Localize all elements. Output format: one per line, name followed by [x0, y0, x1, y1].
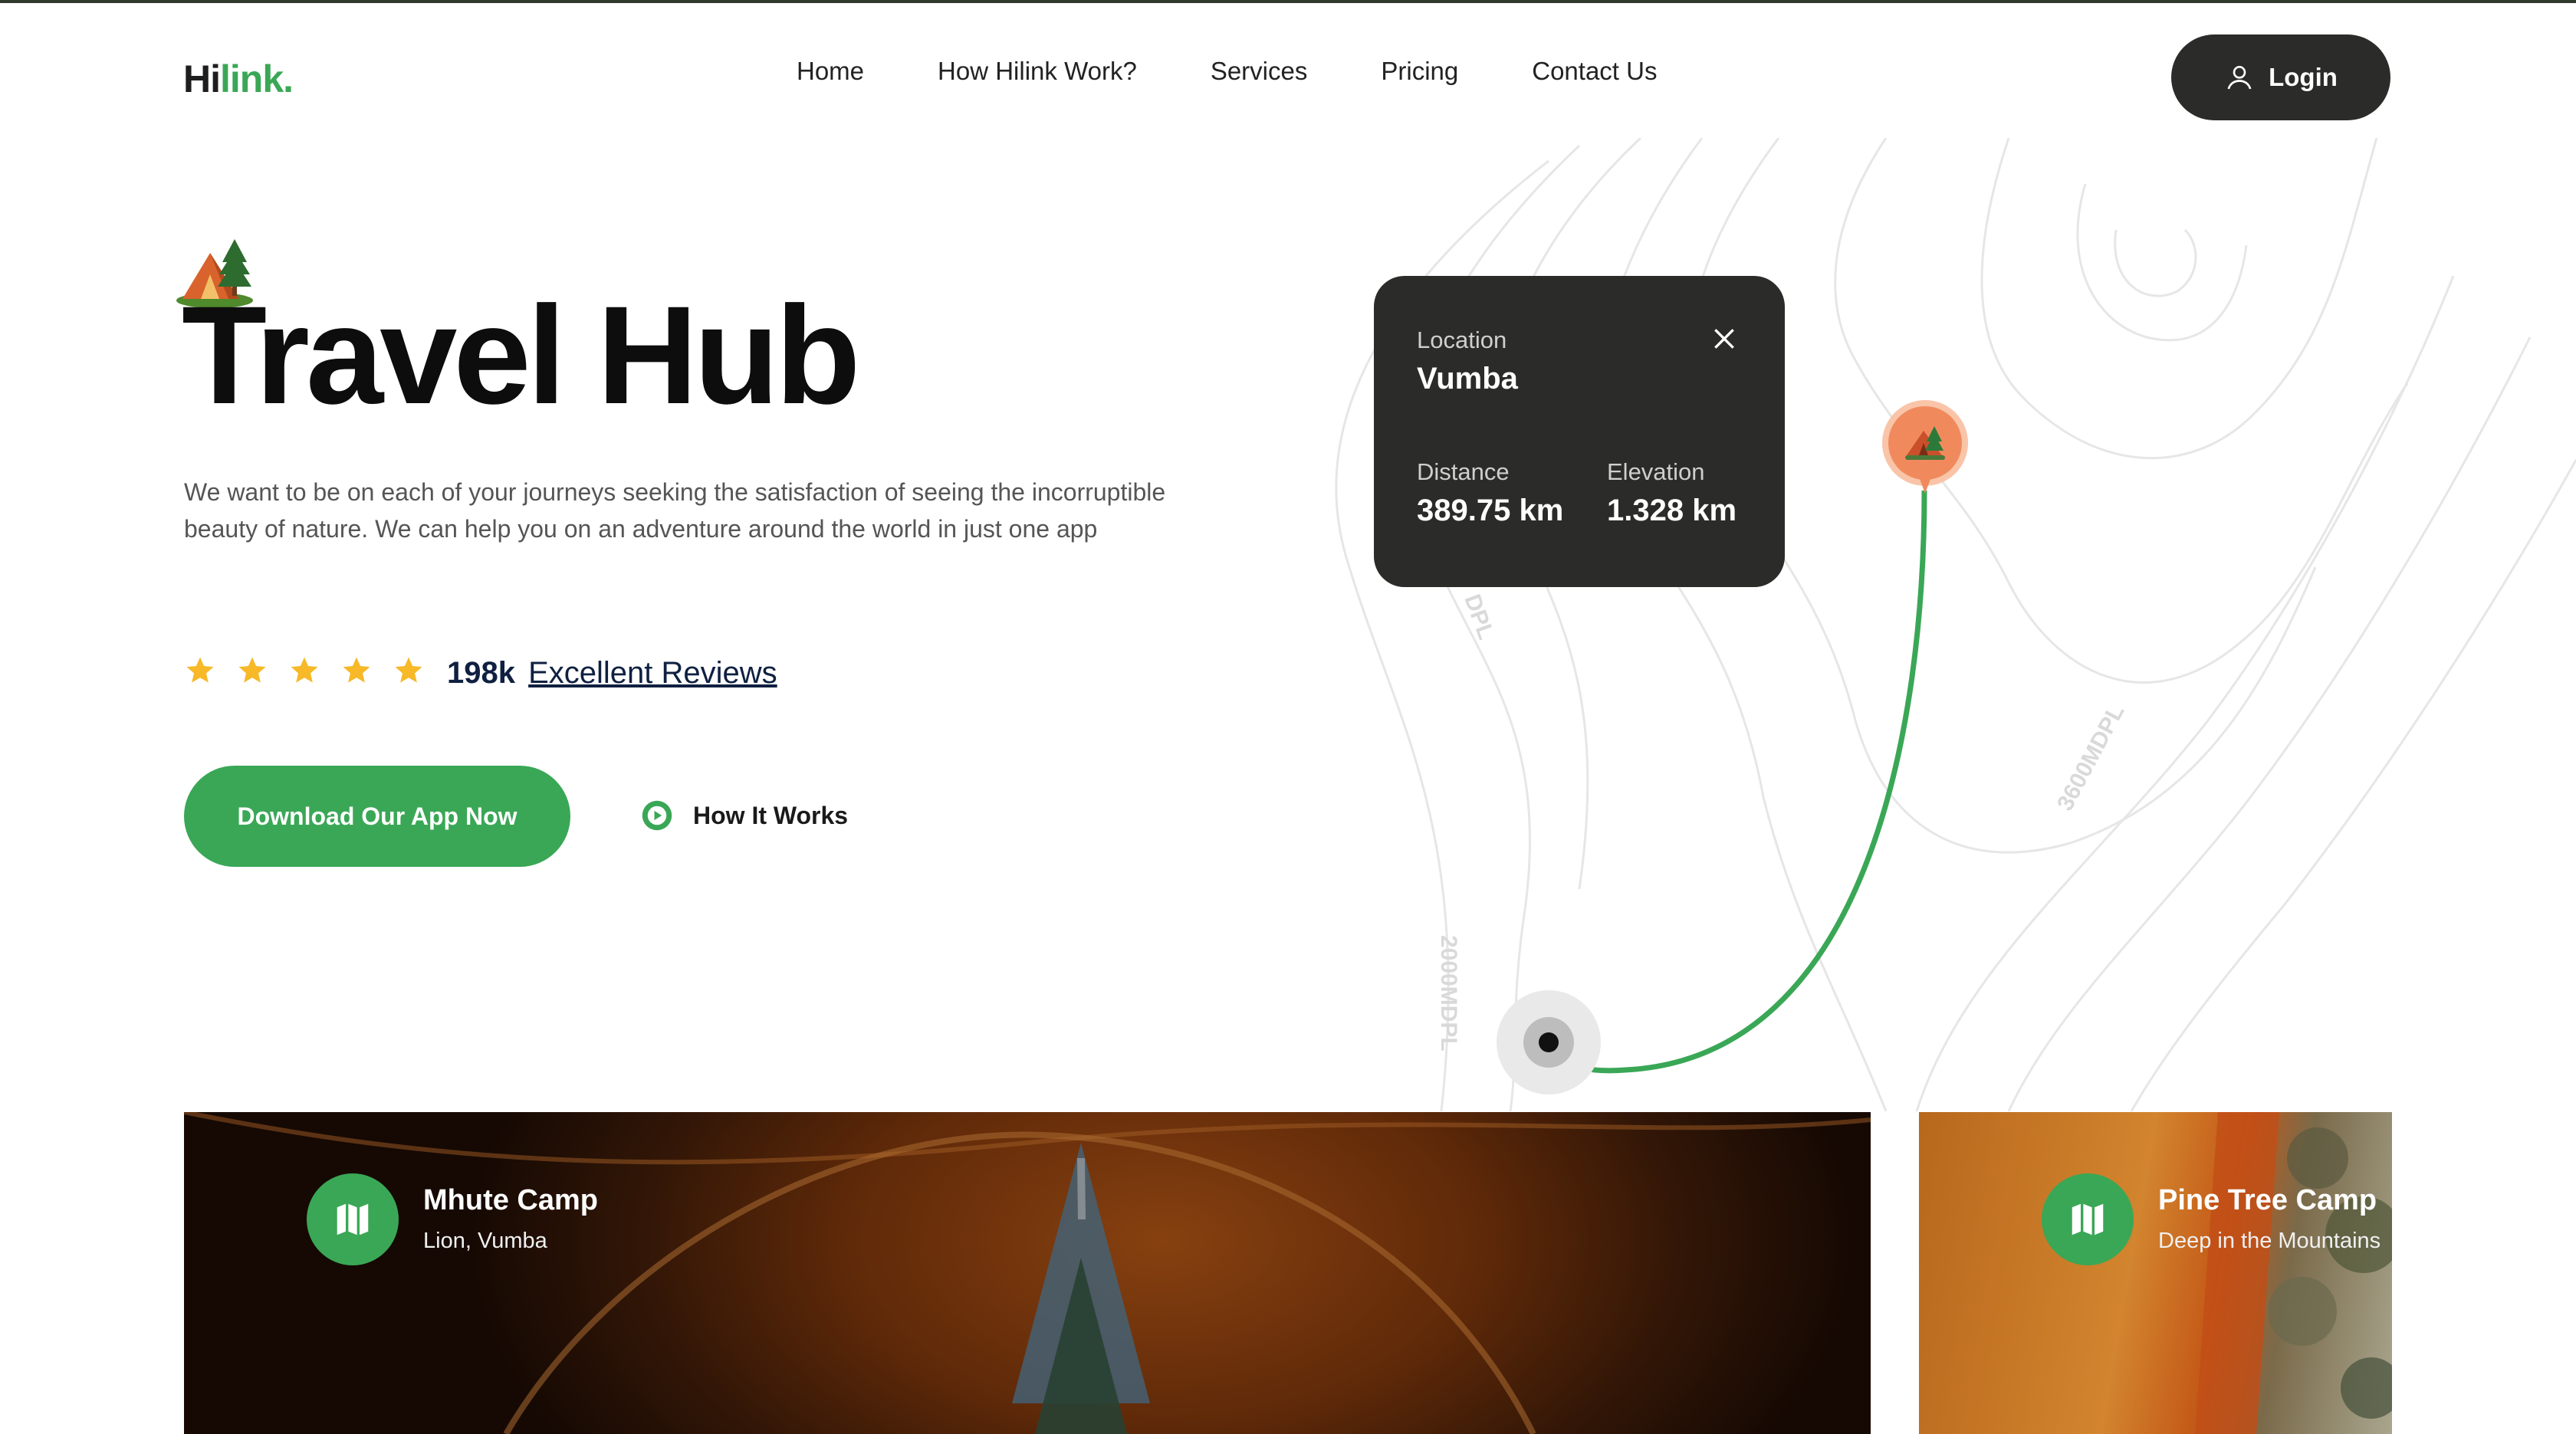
- elevation-label: Elevation: [1607, 458, 1705, 485]
- hero-title: Travel Hub: [182, 277, 861, 433]
- nav-services[interactable]: Services: [1211, 57, 1308, 86]
- brand-logo[interactable]: Hilink.: [183, 57, 294, 101]
- camp-subtitle: Deep in the Mountains: [2158, 1229, 2381, 1253]
- star-icon: [343, 657, 370, 683]
- hero-description: We want to be on each of your journeys s…: [184, 478, 1166, 543]
- main-nav: Home How Hilink Work? Services Pricing C…: [797, 57, 1657, 86]
- contour-label-dpl: DPL: [1459, 591, 1499, 643]
- download-app-button[interactable]: Download Our App Now: [184, 766, 570, 867]
- close-icon[interactable]: [1709, 323, 1740, 354]
- reviews-count: 198k: [447, 656, 515, 690]
- map-icon: [2072, 1203, 2104, 1235]
- login-label: Login: [2269, 63, 2338, 91]
- camp-card-pine-tree[interactable]: Pine Tree Camp Deep in the Mountains: [1919, 1112, 2392, 1434]
- star-icon: [238, 657, 266, 683]
- map-icon: [337, 1203, 369, 1235]
- camp-card-mhute[interactable]: Mhute Camp Lion, Vumba: [184, 1112, 1871, 1434]
- contour-label-3600: 3600MDPL: [2052, 701, 2129, 815]
- star-icon: [186, 657, 214, 683]
- location-card: Location Vumba Distance 389.75 km Elevat…: [1374, 276, 1785, 587]
- start-marker-dot[interactable]: [1539, 1032, 1559, 1052]
- star-icon: [291, 657, 318, 683]
- tent-interior-image: [184, 1112, 1871, 1434]
- location-label: Location: [1417, 327, 1507, 353]
- topographic-map: 2000MDPL 3600MDPL DPL: [1335, 138, 2576, 1111]
- rating-stars: [184, 655, 425, 687]
- top-border: [0, 0, 2576, 3]
- reviews-summary: 198k Excellent Reviews: [447, 656, 777, 691]
- how-it-works-label: How It Works: [693, 801, 849, 829]
- contour-label-2000: 2000MDPL: [1436, 935, 1461, 1052]
- camp-title: Mhute Camp: [423, 1184, 598, 1216]
- destination-pin[interactable]: [1879, 397, 1971, 504]
- star-icon: [395, 657, 422, 683]
- camp-title: Pine Tree Camp: [2158, 1184, 2377, 1216]
- how-it-works-button[interactable]: How It Works: [641, 799, 848, 832]
- map-icon-button[interactable]: [307, 1173, 399, 1265]
- reviews-link[interactable]: Excellent Reviews: [528, 656, 777, 690]
- map-icon-button[interactable]: [2042, 1173, 2134, 1265]
- login-button[interactable]: Login: [2171, 34, 2390, 120]
- nav-contact-us[interactable]: Contact Us: [1532, 57, 1657, 86]
- tent-forest-image: [2195, 1112, 2392, 1434]
- nav-pricing[interactable]: Pricing: [1381, 57, 1458, 86]
- distance-value: 389.75 km: [1417, 494, 1564, 527]
- nav-how-hilink-work[interactable]: How Hilink Work?: [938, 57, 1137, 86]
- elevation-value: 1.328 km: [1607, 494, 1737, 527]
- camp-subtitle: Lion, Vumba: [423, 1229, 547, 1253]
- distance-label: Distance: [1417, 458, 1510, 485]
- location-value: Vumba: [1417, 362, 1518, 395]
- user-icon: [2227, 66, 2252, 90]
- nav-home[interactable]: Home: [797, 57, 864, 86]
- play-icon: [642, 800, 672, 831]
